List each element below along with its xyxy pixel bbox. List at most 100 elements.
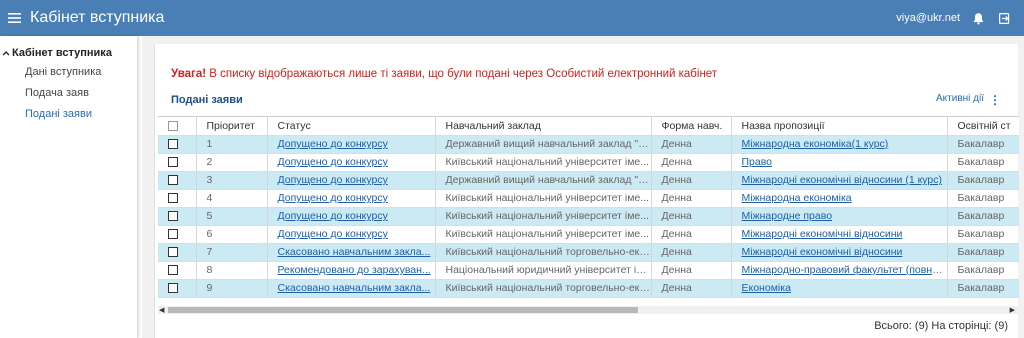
hamburger-menu-icon[interactable]: [0, 0, 30, 36]
horizontal-scrollbar[interactable]: ◀ ▶: [158, 306, 1019, 314]
offer-link[interactable]: Міжнародна економіка(1 курс): [742, 138, 889, 150]
status-link[interactable]: Допущено до конкурсу: [278, 156, 388, 168]
more-vert-icon[interactable]: ⋮: [989, 93, 1001, 107]
warning-bold: Увага!: [171, 68, 207, 80]
table-row[interactable]: 9 Скасовано навчальним закла... Київський …: [158, 279, 1019, 298]
applications-table: Пріоритет Статус Навчальний заклад Форма…: [158, 116, 1019, 306]
cell-status: Допущено до конкурсу: [267, 225, 436, 244]
cell-status: Допущено до конкурсу: [267, 189, 436, 208]
table-row[interactable]: 7 Скасовано навчальним закла... Київський …: [158, 243, 1019, 262]
cell-level: Бакалавр: [947, 243, 1019, 262]
sidebar: Кабінет вступника Дані вступника Подача …: [0, 36, 138, 338]
table-header-row: Пріоритет Статус Навчальний заклад Форма…: [158, 117, 1019, 136]
table-row[interactable]: 1 Допущено до конкурсу Державний вищий нав…: [158, 135, 1019, 154]
scroll-right-arrow-icon[interactable]: ▶: [1010, 306, 1015, 314]
active-actions-link[interactable]: Активні дії: [936, 93, 984, 104]
cell-status: Рекомендовано до зарахуван...: [267, 261, 436, 280]
status-link[interactable]: Допущено до конкурсу: [278, 192, 388, 204]
user-email[interactable]: viya@ukr.net: [896, 12, 960, 24]
cell-offer: Міжнародні економічні відносини: [731, 225, 948, 244]
cell-institution: Київський національний торговельно-еко..…: [435, 279, 652, 298]
column-header-level[interactable]: Освітній ст: [947, 117, 1019, 136]
status-link[interactable]: Рекомендовано до зарахуван...: [278, 264, 431, 276]
bell-icon[interactable]: [970, 10, 986, 26]
table-row[interactable]: 6 Допущено до конкурсу Київський національ…: [158, 225, 1019, 244]
cell-status: Допущено до конкурсу: [267, 135, 436, 154]
main-content: Увага! В списку відображаються лише ті з…: [142, 36, 1024, 338]
scroll-left-arrow-icon[interactable]: ◀: [159, 306, 164, 314]
row-checkbox-cell[interactable]: [158, 135, 197, 154]
status-link[interactable]: Допущено до конкурсу: [278, 228, 388, 240]
row-checkbox[interactable]: [168, 283, 178, 294]
row-checkbox-cell[interactable]: [158, 207, 197, 226]
cell-status: Допущено до конкурсу: [267, 207, 436, 226]
row-checkbox-cell[interactable]: [158, 153, 197, 172]
cell-offer: Економіка: [731, 279, 948, 298]
cell-offer: Міжнародно-правовий факультет (повна ...: [731, 261, 948, 280]
logout-icon[interactable]: [996, 10, 1012, 26]
sidebar-item-submitted-applications[interactable]: Подані заяви: [0, 104, 137, 125]
cell-study-form: Денна: [651, 225, 732, 244]
row-checkbox-cell[interactable]: [158, 189, 197, 208]
table-row[interactable]: 4 Допущено до конкурсу Київський національ…: [158, 189, 1019, 208]
offer-link[interactable]: Право: [742, 156, 773, 168]
cell-level: Бакалавр: [947, 189, 1019, 208]
offer-link[interactable]: Міжнародні економічні відносини: [742, 228, 903, 240]
select-all-checkbox-cell[interactable]: [158, 117, 197, 136]
row-checkbox-cell[interactable]: [158, 171, 197, 190]
row-checkbox[interactable]: [168, 247, 178, 258]
cell-institution: Київський національний університет іме..…: [435, 225, 652, 244]
table-row[interactable]: 2 Допущено до конкурсу Київський національ…: [158, 153, 1019, 172]
cell-institution: Державний вищий навчальний заклад "К...: [435, 171, 652, 190]
cell-study-form: Денна: [651, 153, 732, 172]
offer-link[interactable]: Міжнародні економічні відносини: [742, 246, 903, 258]
row-checkbox-cell[interactable]: [158, 279, 197, 298]
column-header-priority[interactable]: Пріоритет: [196, 117, 268, 136]
table-row[interactable]: 8 Рекомендовано до зарахуван... Національн…: [158, 261, 1019, 280]
row-checkbox-cell[interactable]: [158, 261, 197, 280]
row-checkbox[interactable]: [168, 265, 178, 276]
status-link[interactable]: Скасовано навчальним закла...: [278, 282, 431, 294]
cell-study-form: Денна: [651, 171, 732, 190]
status-link[interactable]: Скасовано навчальним закла...: [278, 246, 431, 258]
table-row[interactable]: 5 Допущено до конкурсу Київський національ…: [158, 207, 1019, 226]
cell-offer: Міжнародна економіка: [731, 189, 948, 208]
column-header-institution[interactable]: Навчальний заклад: [435, 117, 652, 136]
cell-institution: Київський національний університет іме..…: [435, 153, 652, 172]
cell-institution: Державний вищий навчальний заклад "К...: [435, 135, 652, 154]
row-checkbox[interactable]: [168, 193, 178, 204]
pagination-summary: Всього: (9) На сторінці: (9): [874, 320, 1008, 332]
offer-link[interactable]: Економіка: [742, 282, 791, 294]
top-app-bar: Кабінет вступника viya@ukr.net: [0, 0, 1024, 36]
sidebar-section-header[interactable]: Кабінет вступника: [0, 44, 137, 62]
status-link[interactable]: Допущено до конкурсу: [278, 174, 388, 186]
cell-offer: Право: [731, 153, 948, 172]
status-link[interactable]: Допущено до конкурсу: [278, 210, 388, 222]
offer-link[interactable]: Міжнародна економіка: [742, 192, 852, 204]
scrollbar-thumb[interactable]: [168, 307, 638, 313]
offer-link[interactable]: Міжнародні економічні відносини (1 курс): [742, 174, 943, 186]
column-header-status[interactable]: Статус: [267, 117, 436, 136]
row-checkbox[interactable]: [168, 211, 178, 222]
offer-link[interactable]: Міжнародне право: [742, 210, 833, 222]
cell-level: Бакалавр: [947, 171, 1019, 190]
cell-offer: Міжнародне право: [731, 207, 948, 226]
status-link[interactable]: Допущено до конкурсу: [278, 138, 388, 150]
row-checkbox-cell[interactable]: [158, 225, 197, 244]
row-checkbox[interactable]: [168, 139, 178, 150]
offer-link[interactable]: Міжнародно-правовий факультет (повна ...: [742, 264, 947, 276]
select-all-checkbox[interactable]: [168, 120, 178, 131]
row-checkbox-cell[interactable]: [158, 243, 197, 262]
row-checkbox[interactable]: [168, 229, 178, 240]
cell-offer: Міжнародна економіка(1 курс): [731, 135, 948, 154]
sidebar-item-applicant-data[interactable]: Дані вступника: [0, 62, 137, 83]
cell-level: Бакалавр: [947, 261, 1019, 280]
sidebar-item-submit-applications[interactable]: Подача заяв: [0, 83, 137, 104]
row-checkbox[interactable]: [168, 175, 178, 186]
column-header-offer[interactable]: Назва пропозиції: [731, 117, 948, 136]
row-checkbox[interactable]: [168, 157, 178, 168]
cell-status: Допущено до конкурсу: [267, 153, 436, 172]
column-header-study-form[interactable]: Форма навч.: [651, 117, 732, 136]
table-row[interactable]: 3 Допущено до конкурсу Державний вищий нав…: [158, 171, 1019, 190]
cell-priority: 9: [196, 279, 268, 298]
